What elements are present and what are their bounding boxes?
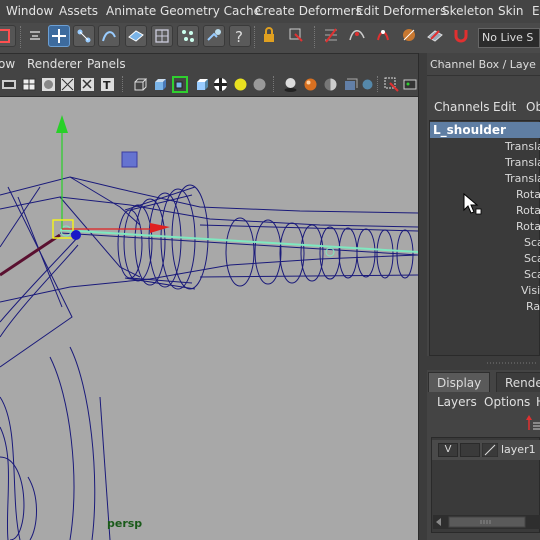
all-lights-icon[interactable] xyxy=(252,77,267,92)
select-grid-icon[interactable] xyxy=(151,25,173,47)
camera-name-label: persp xyxy=(107,517,143,530)
wire-cube-icon[interactable] xyxy=(132,77,148,92)
layer-horizontal-scrollbar[interactable] xyxy=(433,515,540,529)
mouse-cursor-icon xyxy=(463,192,482,215)
toolbar-separator xyxy=(377,76,380,92)
move-tool-icon[interactable] xyxy=(48,25,70,47)
shelf-separator xyxy=(254,26,257,48)
attr-translate-y[interactable]: Transla xyxy=(505,156,540,169)
ambient-occlusion-icon[interactable] xyxy=(323,77,338,92)
toolbar-separator xyxy=(273,76,276,92)
panel-menu-renderer[interactable]: Renderer xyxy=(27,57,82,71)
layer-visibility-toggle[interactable]: V xyxy=(438,443,458,457)
menu-create-deformers[interactable]: Create Deformers xyxy=(255,4,362,18)
lock-icon[interactable] xyxy=(259,25,281,47)
snap-point-icon[interactable] xyxy=(373,25,395,47)
shaded-cube-icon[interactable] xyxy=(152,77,167,92)
channel-layer-splitter[interactable] xyxy=(427,356,540,370)
select-hierarchy-icon[interactable] xyxy=(73,25,95,47)
tab-display[interactable]: Display xyxy=(428,372,490,392)
menu-geometry-cache[interactable]: Geometry Cache xyxy=(160,4,261,18)
attr-scale-x[interactable]: Sca xyxy=(524,236,540,249)
channel-box-title: Channel Box / Laye xyxy=(430,58,536,71)
toolbar-separator xyxy=(122,76,125,92)
textured-cube-icon[interactable] xyxy=(194,77,209,92)
isolate-select-icon[interactable] xyxy=(384,77,399,92)
attr-rotate-y[interactable]: Rota xyxy=(516,204,540,217)
layer-editor-menubar: Layers Options H xyxy=(427,392,540,414)
layer-color-icon[interactable] xyxy=(482,443,498,457)
layer-display-type-toggle[interactable] xyxy=(460,443,480,457)
menu-edit-deformers[interactable]: Edit Deformers xyxy=(356,4,446,18)
grid-toggle-icon[interactable] xyxy=(22,77,37,92)
shadows-icon[interactable] xyxy=(283,77,298,92)
shelf-separator xyxy=(20,26,23,48)
menu-animate[interactable]: Animate xyxy=(106,4,156,18)
status-line-toolbar: ? No Live S xyxy=(0,23,540,54)
menu-channels[interactable]: Channels xyxy=(434,100,490,114)
joint-xray-icon[interactable] xyxy=(360,77,375,92)
film-gate-icon[interactable] xyxy=(2,77,17,92)
select-by-name-icon[interactable] xyxy=(286,25,308,47)
attr-radius[interactable]: Ra xyxy=(526,300,540,313)
menu-help[interactable]: H xyxy=(536,395,540,409)
wireframe-icon[interactable] xyxy=(60,77,75,92)
magnet-icon[interactable] xyxy=(451,25,473,47)
svg-text:T: T xyxy=(103,79,111,92)
svg-text:?: ? xyxy=(235,28,243,45)
select-misc-icon[interactable] xyxy=(203,25,225,47)
panel-menu-show[interactable]: ow xyxy=(0,57,15,71)
menu-skeleton[interactable]: Skeleton xyxy=(442,4,494,18)
selected-object-name[interactable]: L_shoulder xyxy=(430,122,540,138)
no-live-surface-field[interactable]: No Live S xyxy=(478,28,540,48)
playblast-icon[interactable] xyxy=(403,77,418,92)
attr-translate-x[interactable]: Transla xyxy=(505,140,540,153)
create-layer-icon[interactable] xyxy=(525,414,540,432)
snap-view-plane-icon[interactable] xyxy=(399,25,421,47)
attr-rotate-x[interactable]: Rota xyxy=(516,188,540,201)
layer-editor-tabs: Display Render xyxy=(427,370,540,392)
panel-menubar: ow Renderer Panels xyxy=(0,54,418,74)
attr-rotate-z[interactable]: Rota xyxy=(516,220,540,233)
select-points-icon[interactable] xyxy=(177,25,199,47)
channel-box-menubar: Channels Edit Obj xyxy=(427,97,540,117)
attr-visibility[interactable]: Visi xyxy=(521,284,540,297)
default-light-icon[interactable] xyxy=(233,77,248,92)
attr-translate-z[interactable]: Transla xyxy=(505,172,540,185)
wire-on-shaded-icon[interactable] xyxy=(172,76,188,93)
wireframe-scene xyxy=(0,115,418,540)
help-icon[interactable]: ? xyxy=(229,25,251,47)
arm-wireframe-mesh xyxy=(0,176,418,540)
menu-object[interactable]: Obj xyxy=(526,100,540,114)
menu-skin[interactable]: Skin xyxy=(498,4,524,18)
panel-toolbar: T xyxy=(0,74,418,97)
menu-layers[interactable]: Layers xyxy=(437,395,477,409)
high-quality-icon[interactable] xyxy=(303,77,318,92)
menu-window[interactable]: Window xyxy=(6,4,53,18)
menu-edit-channels[interactable]: Edit xyxy=(493,100,516,114)
checker-icon[interactable] xyxy=(213,77,228,92)
textured-icon[interactable] xyxy=(80,77,95,92)
attr-scale-y[interactable]: Sca xyxy=(524,252,540,265)
attr-scale-z[interactable]: Sca xyxy=(524,268,540,281)
xray-icon[interactable] xyxy=(343,77,358,92)
text-display-icon[interactable]: T xyxy=(100,77,115,92)
collapse-icon[interactable] xyxy=(25,25,47,47)
layer-name[interactable]: layer1 xyxy=(501,443,536,456)
main-menubar: Window Assets Animate Geometry Cache Cre… xyxy=(0,0,540,24)
tab-render[interactable]: Render xyxy=(496,372,540,392)
panel-menu-panels[interactable]: Panels xyxy=(87,57,126,71)
snap-curve-icon[interactable] xyxy=(347,25,369,47)
select-component-icon[interactable] xyxy=(98,25,120,47)
menu-options[interactable]: Options xyxy=(484,395,530,409)
smooth-shade-icon[interactable] xyxy=(41,77,56,92)
menu-assets[interactable]: Assets xyxy=(59,4,98,18)
snap-live-icon[interactable] xyxy=(425,25,447,47)
shelf-separator xyxy=(314,26,317,48)
perspective-viewport[interactable]: persp xyxy=(0,97,418,540)
select-mode-icon[interactable] xyxy=(0,25,16,47)
menu-edit[interactable]: Edit xyxy=(532,4,540,18)
snap-grid-icon[interactable] xyxy=(321,25,343,47)
select-surface-icon[interactable] xyxy=(125,25,147,47)
